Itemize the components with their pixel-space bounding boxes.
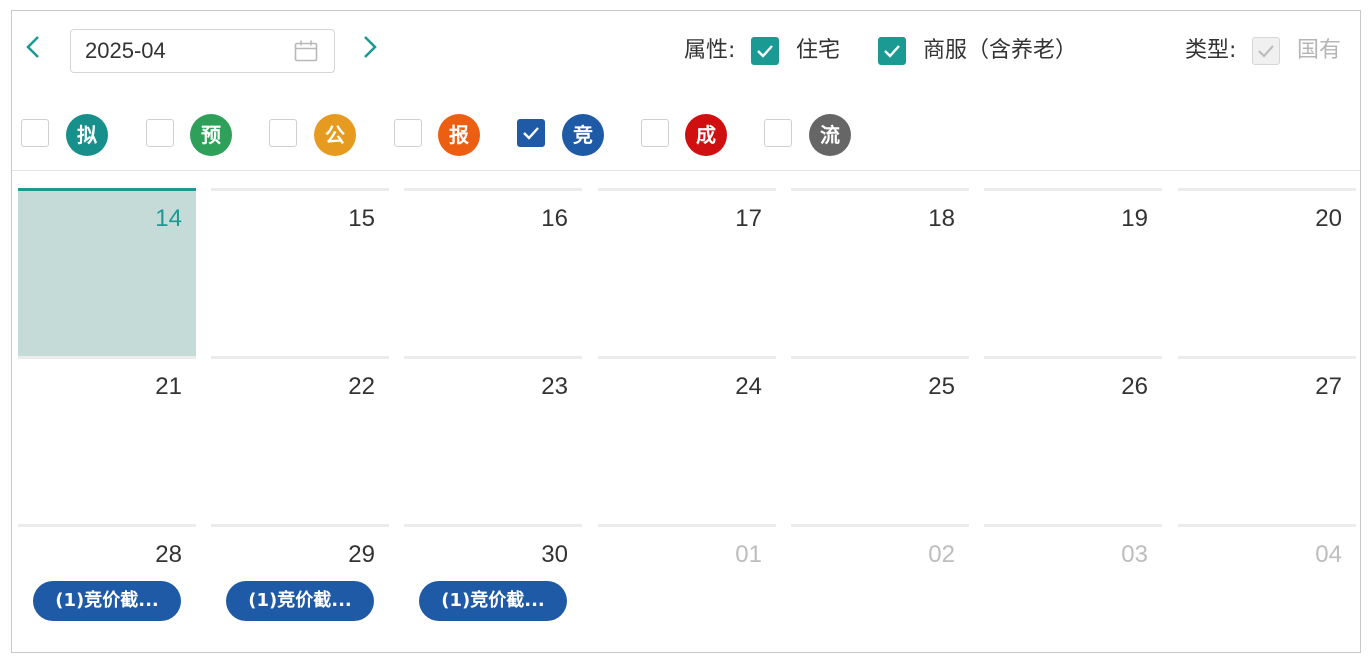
- day-number: 23: [541, 373, 568, 400]
- calendar-cell-next-month[interactable]: 01: [598, 524, 776, 652]
- type-state-owned-label[interactable]: 国有: [1297, 30, 1341, 72]
- day-number: 15: [348, 205, 375, 232]
- day-number: 22: [348, 373, 375, 400]
- calendar-cell[interactable]: 23: [404, 356, 582, 524]
- calendar-cell-next-month[interactable]: 02: [791, 524, 969, 652]
- day-number: 01: [735, 541, 762, 568]
- day-number: 21: [155, 373, 182, 400]
- day-number: 14: [155, 205, 182, 232]
- day-number: 20: [1315, 205, 1342, 232]
- calendar-cell[interactable]: 16: [404, 188, 582, 356]
- calendar-cell[interactable]: 24: [598, 356, 776, 524]
- day-number: 03: [1121, 541, 1148, 568]
- day-number: 19: [1121, 205, 1148, 232]
- check-icon: [884, 45, 900, 58]
- next-month-button[interactable]: [355, 28, 385, 68]
- event-pill[interactable]: (1)竞价截...: [226, 581, 374, 621]
- event-pill[interactable]: (1)竞价截...: [33, 581, 181, 621]
- calendar-cell[interactable]: 27: [1178, 356, 1356, 524]
- attribute-commercial-checkbox[interactable]: [878, 37, 906, 65]
- status-badge-yu[interactable]: 预: [190, 114, 232, 156]
- event-pill[interactable]: (1)竞价截...: [419, 581, 567, 621]
- attribute-residential-checkbox[interactable]: [751, 37, 779, 65]
- attribute-commercial-label[interactable]: 商服（含养老）: [923, 30, 1077, 72]
- calendar-cell[interactable]: 22: [211, 356, 389, 524]
- calendar-cell[interactable]: 29 (1)竞价截...: [211, 524, 389, 652]
- calendar-cell[interactable]: 17: [598, 188, 776, 356]
- day-number: 16: [541, 205, 568, 232]
- day-number: 25: [928, 373, 955, 400]
- status-checkbox-bao[interactable]: [394, 119, 422, 147]
- calendar-cell[interactable]: 25: [791, 356, 969, 524]
- type-label: 类型:: [1185, 38, 1237, 63]
- status-checkbox-liu[interactable]: [764, 119, 792, 147]
- calendar-cell[interactable]: 19: [984, 188, 1162, 356]
- status-badge-jing[interactable]: 竞: [562, 114, 604, 156]
- status-checkbox-jing[interactable]: [517, 119, 545, 147]
- calendar-cell[interactable]: 28 (1)竞价截...: [18, 524, 196, 652]
- calendar-cell[interactable]: 15: [211, 188, 389, 356]
- day-number: 18: [928, 205, 955, 232]
- check-icon: [757, 45, 773, 58]
- month-picker[interactable]: 2025-04: [70, 29, 335, 73]
- calendar-cell[interactable]: 21: [18, 356, 196, 524]
- status-badge-ni[interactable]: 拟: [66, 114, 108, 156]
- calendar-icon: [294, 40, 318, 62]
- day-number: 26: [1121, 373, 1148, 400]
- status-checkbox-ni[interactable]: [21, 119, 49, 147]
- calendar-cell[interactable]: 18: [791, 188, 969, 356]
- calendar-cell-next-month[interactable]: 03: [984, 524, 1162, 652]
- status-badge-gong[interactable]: 公: [314, 114, 356, 156]
- status-checkbox-yu[interactable]: [146, 119, 174, 147]
- type-state-owned-checkbox[interactable]: [1252, 37, 1280, 65]
- day-number: 30: [541, 541, 568, 568]
- day-number: 24: [735, 373, 762, 400]
- status-badge-bao[interactable]: 报: [438, 114, 480, 156]
- status-checkbox-cheng[interactable]: [641, 119, 669, 147]
- status-checkbox-gong[interactable]: [269, 119, 297, 147]
- chevron-left-icon: [26, 36, 39, 58]
- day-number: 27: [1315, 373, 1342, 400]
- attribute-residential-label[interactable]: 住宅: [796, 30, 840, 72]
- calendar-cell[interactable]: 26: [984, 356, 1162, 524]
- day-number: 17: [735, 205, 762, 232]
- status-badge-liu[interactable]: 流: [809, 114, 851, 156]
- calendar-cell[interactable]: 30 (1)竞价截...: [404, 524, 582, 652]
- toolbar-divider: [12, 170, 1360, 171]
- month-picker-value: 2025-04: [85, 38, 166, 63]
- check-icon: [523, 127, 539, 140]
- day-number: 04: [1315, 541, 1342, 568]
- calendar-cell-today[interactable]: 14: [18, 188, 196, 356]
- day-number: 29: [348, 541, 375, 568]
- status-badge-cheng[interactable]: 成: [685, 114, 727, 156]
- chevron-right-icon: [364, 36, 377, 58]
- prev-month-button[interactable]: [18, 28, 48, 68]
- calendar-cell[interactable]: 20: [1178, 188, 1356, 356]
- day-number: 28: [155, 541, 182, 568]
- calendar-cell-next-month[interactable]: 04: [1178, 524, 1356, 652]
- check-icon: [1258, 45, 1274, 58]
- attribute-label: 属性:: [684, 38, 736, 63]
- day-number: 02: [928, 541, 955, 568]
